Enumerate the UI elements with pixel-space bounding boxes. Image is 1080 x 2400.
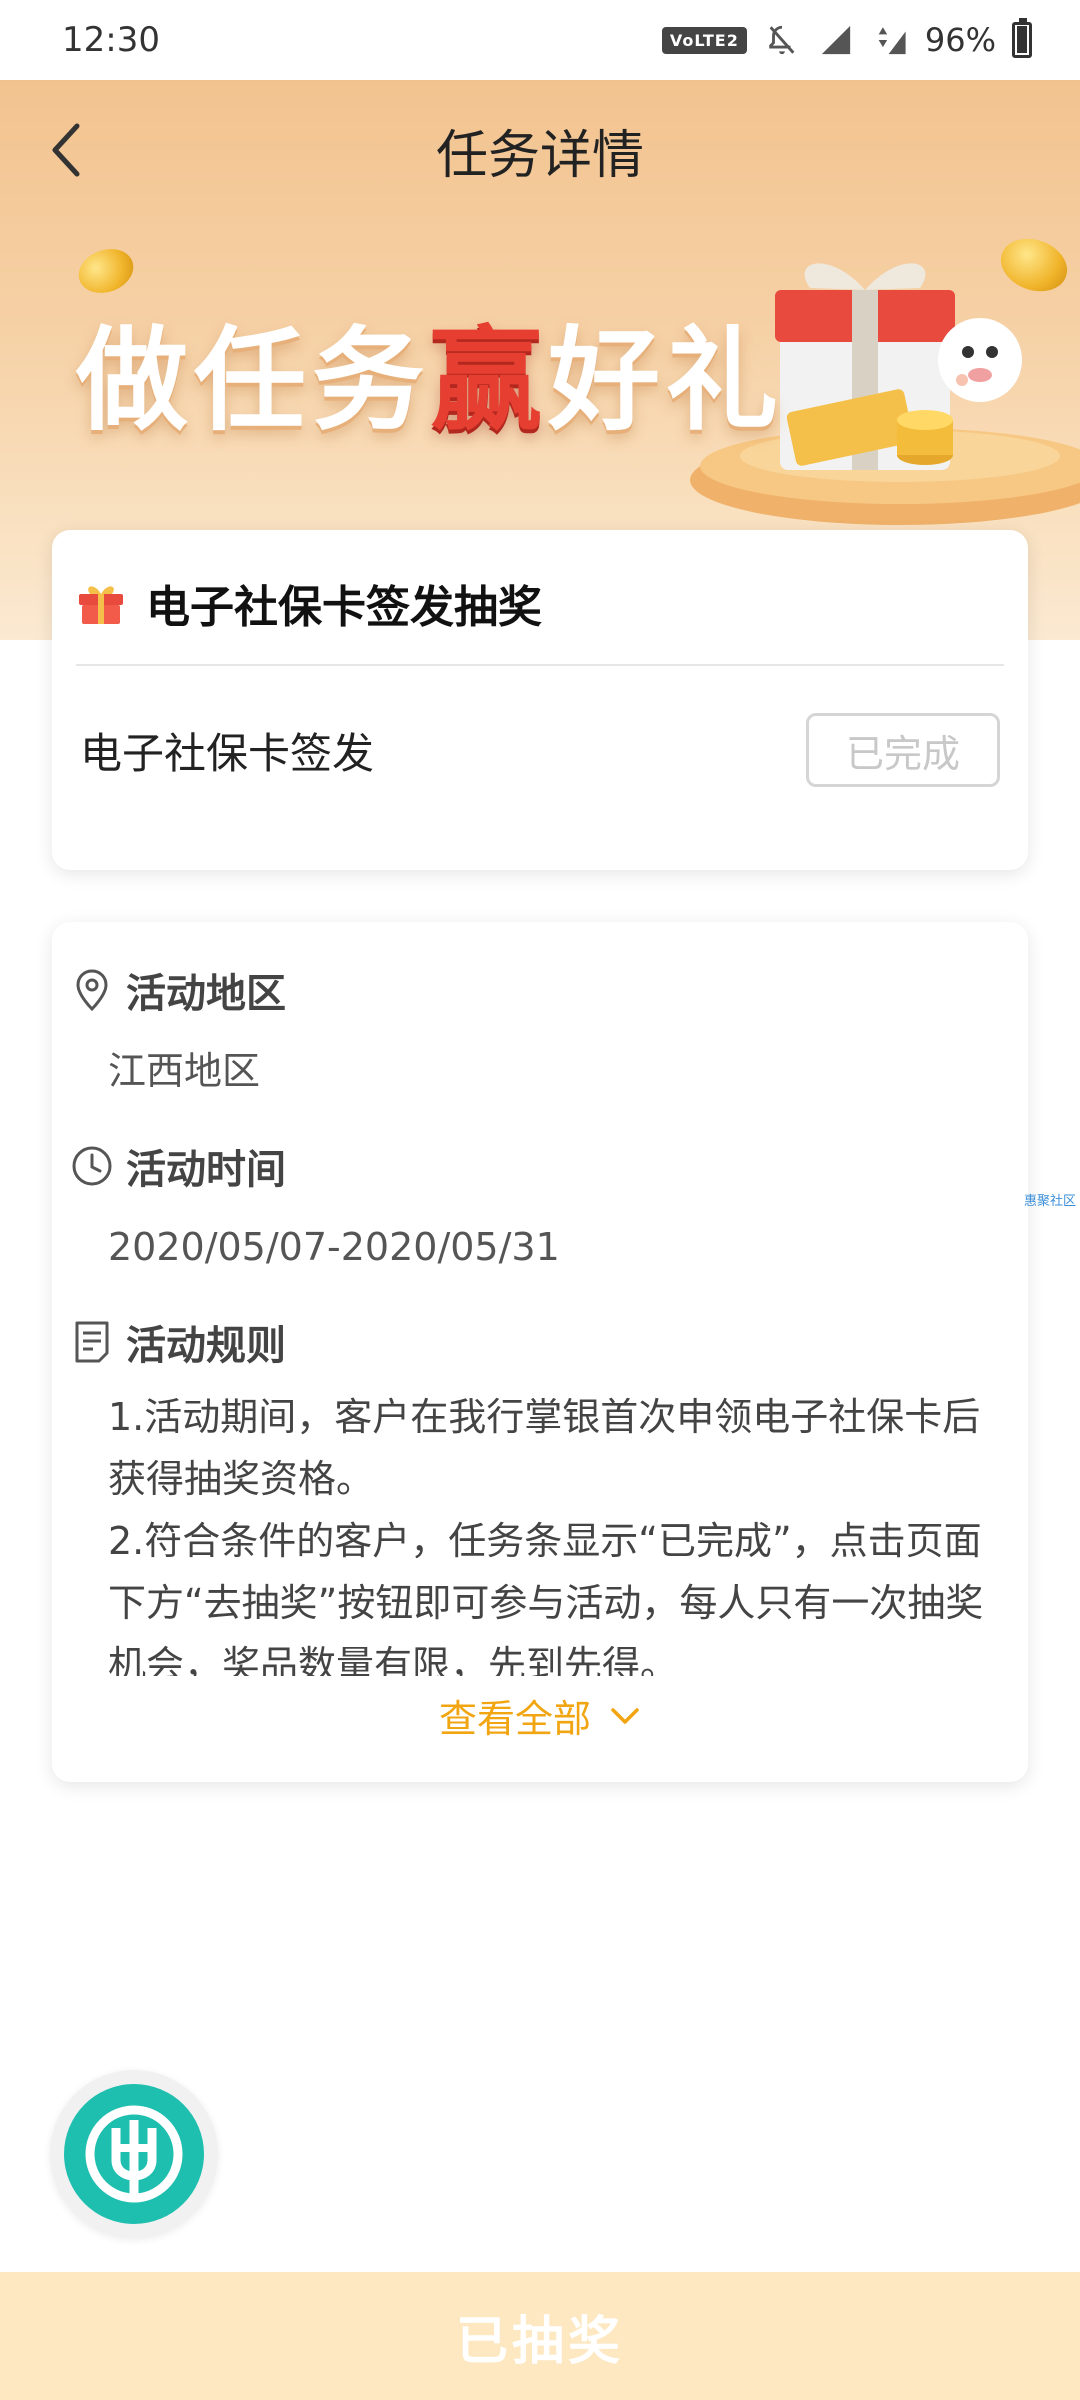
side-link[interactable]: 惠聚社区	[1024, 1190, 1076, 1209]
region-value: 江西地区	[108, 1049, 261, 1093]
battery-icon	[1012, 18, 1032, 58]
task-status-button[interactable]: 已完成	[806, 713, 1000, 787]
gift-icon	[79, 586, 123, 624]
rules-label: 活动规则	[126, 1323, 286, 1369]
draw-status-button[interactable]: 已抽奖	[0, 2272, 1080, 2400]
region-label: 活动地区	[126, 971, 286, 1017]
clock-icon	[70, 1142, 114, 1190]
bank-logo-icon	[64, 2084, 204, 2224]
data-arrows-icon	[878, 27, 906, 55]
status-icons: VoLTE2 96%	[661, 18, 1032, 59]
document-icon	[70, 1318, 114, 1366]
battery-percent: 96%	[924, 21, 996, 59]
page-title: 任务详情	[435, 125, 644, 186]
time-value: 2020/05/07-2020/05/31	[108, 1225, 560, 1269]
time-section: 活动时间 2020/05/07-2020/05/31	[70, 1136, 998, 1278]
banner-slogan: 做任务赢好礼	[76, 316, 784, 446]
time-label: 活动时间	[126, 1147, 286, 1193]
chevron-down-icon	[611, 1707, 639, 1724]
bell-off-icon	[769, 25, 795, 55]
nav-bar: 任务详情	[0, 80, 1080, 220]
task-row: 电子社保卡签发 已完成	[80, 710, 1000, 790]
rule-line: 2.符合条件的客户，任务条显示“已完成”，点击页面下方“去抽奖”按钮即可参与活动…	[108, 1519, 984, 1676]
location-pin-icon	[70, 966, 114, 1014]
rules-section: 活动规则 1.活动期间，客户在我行掌银首次申领电子社保卡后获得抽奖资格。 2.符…	[70, 1312, 998, 1676]
rule-line: 1.活动期间，客户在我行掌银首次申领电子社保卡后获得抽奖资格。	[108, 1395, 981, 1501]
view-all-label: 查看全部	[438, 1697, 591, 1741]
task-title: 电子社保卡签发抽奖	[146, 582, 542, 633]
activity-info-card: 活动地区 江西地区 活动时间 2020/05/07-2020/05/31 活动规…	[52, 922, 1028, 1782]
status-bar: 12:30 VoLTE2 96%	[0, 0, 1080, 80]
task-card: 电子社保卡签发抽奖 电子社保卡签发 已完成	[52, 530, 1028, 870]
divider	[76, 664, 1004, 666]
back-button[interactable]	[36, 120, 96, 180]
volte-badge: VoLTE2	[661, 26, 747, 54]
bank-logo-button[interactable]	[50, 2070, 218, 2238]
task-card-header: 电子社保卡签发抽奖	[52, 530, 1028, 640]
status-time: 12:30	[62, 20, 160, 60]
task-name: 电子社保卡签发	[80, 728, 375, 778]
chevron-left-icon	[52, 123, 80, 177]
view-all-button[interactable]: 查看全部	[52, 1688, 1028, 1743]
region-section: 活动地区 江西地区	[70, 960, 998, 1102]
rules-text: 1.活动期间，客户在我行掌银首次申领电子社保卡后获得抽奖资格。 2.符合条件的客…	[70, 1386, 998, 1676]
signal-icon	[821, 25, 851, 55]
